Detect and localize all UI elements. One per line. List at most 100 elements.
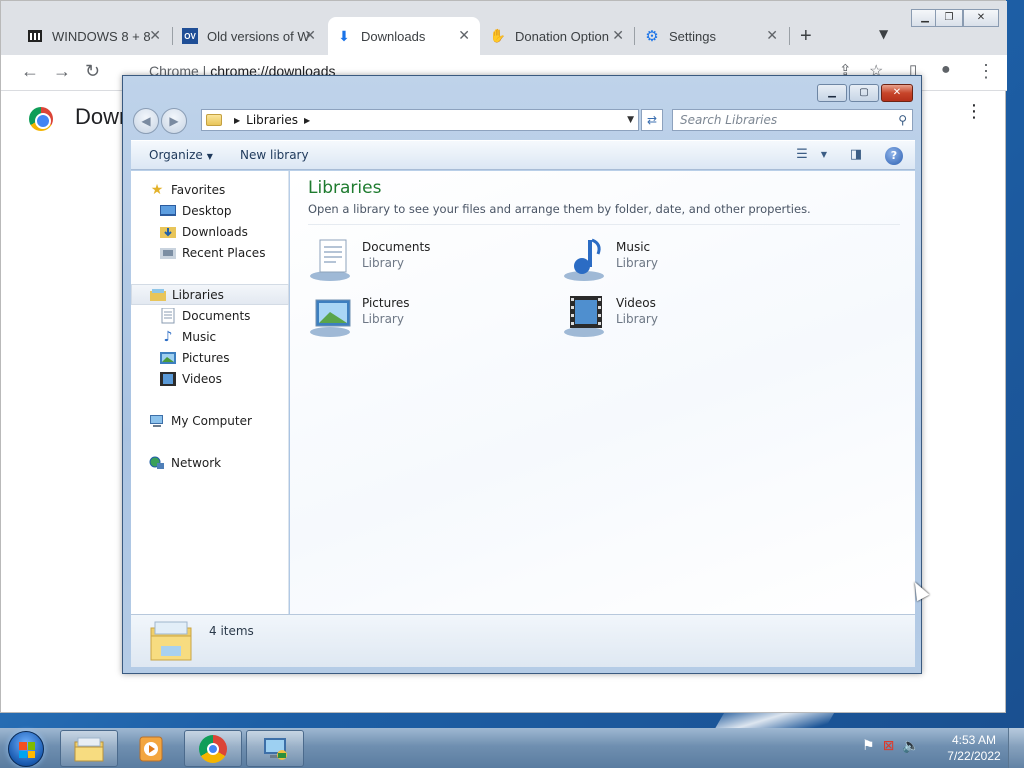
nav-label: Favorites (171, 182, 226, 197)
address-bar[interactable]: ▶ Libraries ▶ ▼ (201, 109, 639, 131)
nav-my-computer[interactable]: My Computer (131, 410, 289, 431)
tab-separator (172, 27, 173, 45)
nav-label: Recent Places (182, 245, 266, 260)
nav-label: My Computer (171, 413, 252, 428)
close-icon[interactable]: ✕ (149, 27, 161, 44)
restore-button[interactable]: ❐ (935, 9, 963, 27)
nav-recent-places[interactable]: Recent Places (131, 242, 289, 263)
tab-downloads[interactable]: ⬇ Downloads ✕ (328, 17, 480, 55)
nav-documents[interactable]: Documents (131, 305, 289, 326)
library-documents[interactable]: Documents Library (308, 234, 548, 284)
library-name: Documents (362, 240, 431, 254)
windows-logo-icon (19, 742, 35, 758)
reload-icon[interactable]: ↻ (85, 61, 100, 82)
donation-icon: ✋ (489, 28, 507, 43)
navigation-pane: ★ Favorites Desktop Downloads Recent Plac… (131, 171, 289, 614)
chevron-right-icon[interactable]: ▶ (234, 116, 240, 125)
menu-icon[interactable]: ⋮ (977, 61, 995, 82)
nav-music[interactable]: ♪ Music (131, 326, 289, 347)
close-icon[interactable]: ✕ (458, 27, 470, 44)
more-options-icon[interactable]: ⋮ (965, 103, 983, 121)
forward-icon[interactable]: → (53, 61, 71, 82)
tab-separator (789, 27, 790, 45)
nav-desktop[interactable]: Desktop (131, 200, 289, 221)
nav-label: Documents (182, 308, 251, 323)
nav-label: Pictures (182, 350, 230, 365)
library-videos[interactable]: Videos Library (562, 290, 802, 340)
close-icon[interactable]: ✕ (766, 27, 778, 44)
organize-button[interactable]: Organize ▼ (149, 148, 213, 162)
libraries-icon (150, 287, 166, 303)
back-icon[interactable]: ← (21, 61, 39, 82)
library-pictures[interactable]: Pictures Library (308, 290, 548, 340)
gear-icon: ⚙ (645, 28, 659, 45)
search-icon[interactable]: ⚲ (898, 110, 907, 130)
close-button[interactable]: ✕ (881, 84, 913, 102)
history-buttons: ◀ ▶ (133, 108, 189, 134)
library-music[interactable]: Music Library (562, 234, 802, 284)
videos-icon (160, 371, 176, 387)
refresh-button[interactable]: ⇄ (641, 109, 663, 131)
new-library-button[interactable]: New library (240, 148, 309, 162)
chrome-icon (199, 734, 227, 763)
divider (308, 224, 900, 225)
taskbar-media-player[interactable] (122, 730, 180, 767)
nav-network[interactable]: Network (131, 452, 289, 473)
tab-donation[interactable]: ✋ Donation Option ✕ (482, 17, 634, 55)
nav-downloads[interactable]: Downloads (131, 221, 289, 242)
organize-label: Organize (149, 148, 203, 162)
music-library-icon (562, 238, 610, 282)
close-icon[interactable]: ✕ (612, 27, 624, 44)
view-options-icon[interactable]: ☰ (793, 147, 811, 163)
profile-icon[interactable]: ● (941, 61, 951, 79)
breadcrumb-libraries[interactable]: Libraries (246, 113, 298, 127)
videos-library-icon (562, 294, 610, 338)
nav-favorites[interactable]: ★ Favorites (131, 179, 289, 200)
library-type: Library (616, 256, 658, 270)
maximize-button[interactable]: ▢ (849, 84, 879, 102)
chevron-down-icon[interactable]: ▼ (627, 115, 634, 125)
item-count: 4 items (209, 624, 254, 638)
close-window-button[interactable]: ✕ (963, 9, 999, 27)
preview-pane-icon[interactable]: ◨ (847, 147, 865, 163)
network-icon[interactable]: ⊠ (883, 738, 895, 758)
action-center-icon[interactable]: ⚑ (862, 738, 875, 758)
help-icon[interactable]: ? (885, 147, 903, 165)
chevron-right-icon[interactable]: ▶ (304, 116, 310, 125)
new-tab-button[interactable]: + (800, 25, 812, 48)
chevron-down-icon: ▼ (206, 152, 213, 161)
forward-button[interactable]: ▶ (161, 108, 187, 134)
documents-icon (160, 307, 176, 324)
tab-old-versions[interactable]: OV Old versions of W ✕ (174, 17, 326, 55)
chevron-down-icon[interactable]: ▼ (879, 27, 888, 41)
clock-date: 7/22/2022 (947, 749, 1001, 763)
details-pane: 4 items (131, 614, 915, 667)
library-type: Library (362, 256, 404, 270)
back-button[interactable]: ◀ (133, 108, 159, 134)
taskbar-control-panel[interactable] (246, 730, 304, 767)
taskbar-explorer[interactable] (60, 730, 118, 767)
nav-videos[interactable]: Videos (131, 368, 289, 389)
nav-pictures[interactable]: Pictures (131, 347, 289, 368)
chevron-down-icon[interactable]: ▼ (815, 147, 833, 163)
downloads-folder-icon (160, 224, 176, 240)
taskbar-chrome[interactable] (184, 730, 242, 767)
library-type: Library (616, 312, 658, 326)
volume-icon[interactable]: 🔈 (902, 738, 919, 758)
tab-windows8[interactable]: WINDOWS 8 + 8 ✕ (19, 17, 171, 55)
nav-libraries[interactable]: Libraries (131, 284, 289, 305)
search-input[interactable]: Search Libraries ⚲ (672, 109, 913, 131)
close-icon[interactable]: ✕ (304, 27, 316, 44)
network-icon (149, 455, 165, 471)
show-desktop-button[interactable] (1008, 728, 1024, 768)
ov-icon: OV (182, 28, 198, 44)
media-player-icon (139, 736, 163, 761)
download-icon: ⬇ (338, 27, 350, 44)
control-panel-icon (264, 737, 287, 760)
nav-label: Libraries (172, 287, 224, 302)
clock[interactable]: 4:53 AM 7/22/2022 (946, 732, 1002, 764)
minimize-button[interactable]: ▁ (817, 84, 847, 102)
tab-settings[interactable]: ⚙ Settings ✕ (636, 17, 788, 55)
start-button[interactable] (8, 731, 44, 767)
nav-label: Network (171, 455, 222, 470)
